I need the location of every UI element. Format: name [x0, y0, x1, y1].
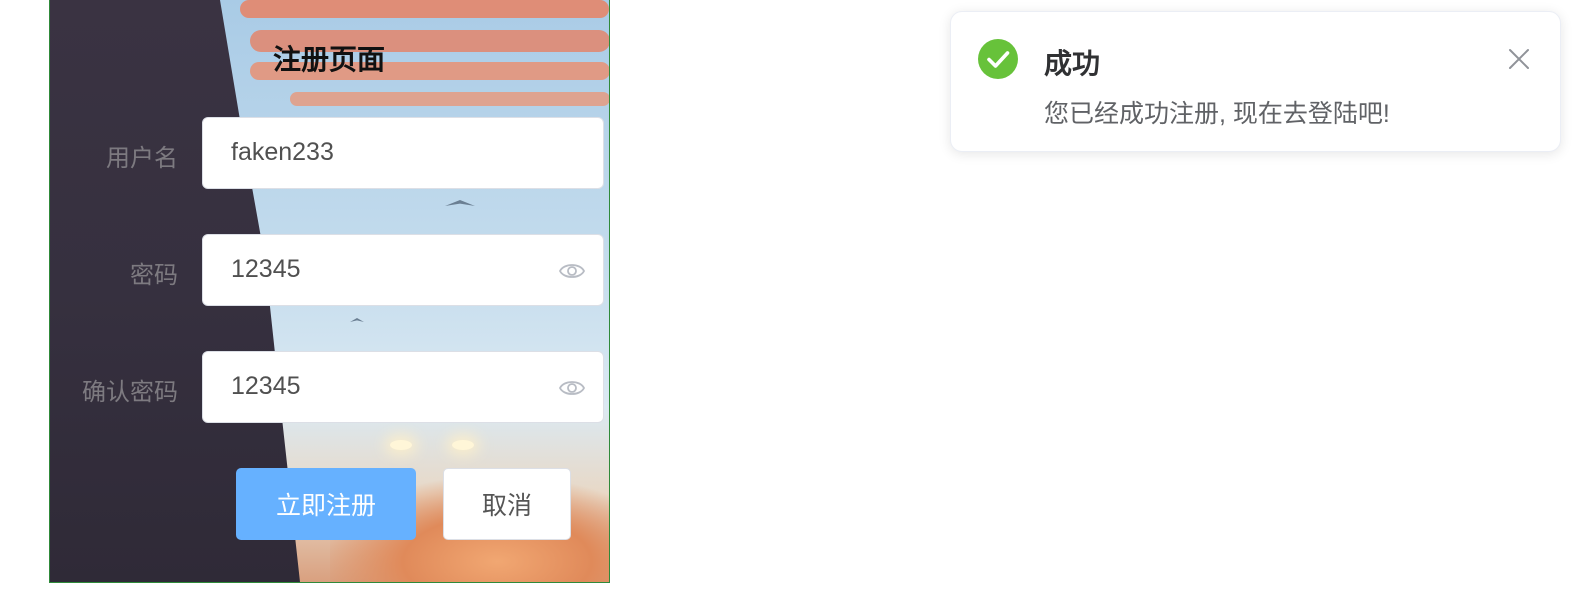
close-icon[interactable]: [1508, 48, 1530, 70]
eye-icon[interactable]: [559, 376, 585, 400]
bird-silhouette: [350, 318, 364, 322]
confirm-password-value: 12345: [231, 372, 301, 400]
username-input[interactable]: faken233: [202, 117, 604, 189]
password-value: 12345: [231, 255, 301, 283]
check-circle-icon: [978, 39, 1018, 79]
username-label: 用户名: [106, 145, 178, 172]
background-cloud: [290, 92, 609, 106]
notification-title: 成功: [1044, 48, 1101, 79]
background-light: [452, 440, 474, 450]
password-input[interactable]: 12345: [202, 234, 604, 306]
notification-message: 您已经成功注册, 现在去登陆吧!: [1044, 100, 1390, 128]
register-button[interactable]: 立即注册: [236, 468, 416, 540]
eye-icon[interactable]: [559, 259, 585, 283]
confirm-password-label: 确认密码: [82, 379, 178, 406]
password-label: 密码: [130, 262, 178, 289]
username-value: faken233: [231, 138, 334, 166]
cancel-button[interactable]: 取消: [443, 468, 571, 540]
confirm-password-input[interactable]: 12345: [202, 351, 604, 423]
background-light: [390, 440, 412, 450]
register-panel: 注册页面 用户名 faken233 密码 12345 确认密码 12345 立即…: [49, 0, 610, 583]
background-cloud: [240, 0, 609, 18]
success-notification: 成功 您已经成功注册, 现在去登陆吧!: [950, 11, 1561, 152]
bird-silhouette: [445, 200, 475, 206]
page-title: 注册页面: [272, 44, 385, 75]
